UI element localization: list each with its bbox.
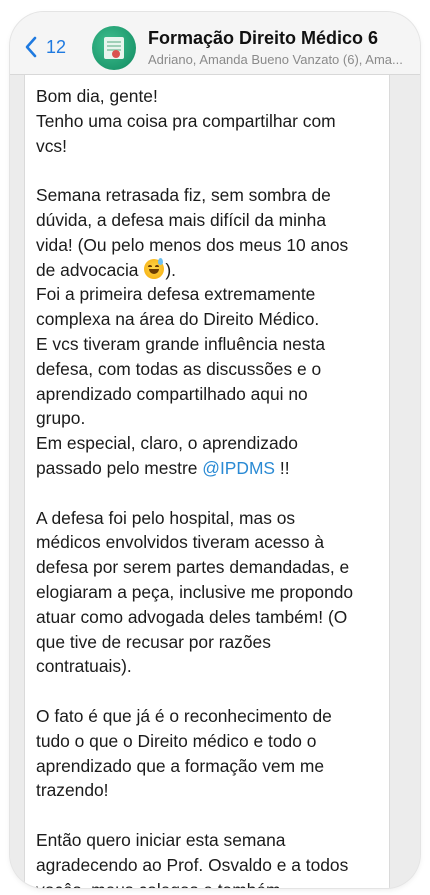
message-line: aprendizado que a formação vem me: [36, 755, 325, 776]
message-line: contratuais).: [36, 656, 132, 677]
message-line: defesa por serem partes demandadas, e: [36, 557, 350, 578]
message-line: agradecendo ao Prof. Osvaldo e a todos: [36, 854, 349, 875]
group-avatar[interactable]: [92, 26, 136, 70]
message-line-text: passado pelo mestre: [36, 457, 198, 478]
message-text: Bom dia, gente! Tenho uma coisa pra comp…: [36, 84, 388, 888]
message-line: Bom dia, gente!: [36, 86, 158, 106]
message-line: Foi a primeira defesa extremamente: [36, 284, 316, 305]
message-line-text: de advocacia: [36, 259, 139, 280]
message-line: vida! (Ou pelo menos dos meus 10 anos: [36, 234, 349, 255]
message-line: Tenho uma coisa pra compartilhar com: [36, 110, 336, 131]
message-line: grupo.: [36, 408, 86, 429]
chat-header: 12 Formação Direito Médico 6 Adriano, Am…: [10, 12, 420, 75]
message-line-with-mention: passado pelo mestre @IPDMS !!: [36, 456, 388, 481]
mention-link[interactable]: @IPDMS: [202, 458, 275, 478]
group-participants[interactable]: Adriano, Amanda Bueno Vanzato (6), Ama..…: [148, 52, 412, 67]
message-line: A defesa foi pelo hospital, mas os: [36, 507, 296, 528]
back-button[interactable]: 12: [24, 34, 66, 60]
message-line: Em especial, claro, o aprendizado: [36, 433, 298, 454]
message-line: defesa, com todas as discussões e o: [36, 358, 322, 379]
phone-frame: 12 Formação Direito Médico 6 Adriano, Am…: [10, 12, 420, 888]
chevron-left-icon: [25, 36, 37, 58]
message-line: trazendo!: [36, 780, 109, 801]
message-line: vocês, meus colegas e também: [36, 878, 388, 889]
message-line-suffix: ).: [165, 259, 176, 280]
message-line-suffix: !!: [275, 457, 290, 478]
message-line: Semana retrasada fiz, sem sombra de: [36, 185, 331, 206]
unread-count[interactable]: 12: [46, 37, 66, 58]
message-line: E vcs tiveram grande influência nesta: [36, 333, 326, 354]
message-line: que tive de recusar por razões: [36, 631, 271, 652]
message-line-with-emoji: de advocacia ).: [36, 257, 388, 283]
group-title[interactable]: Formação Direito Médico 6: [148, 28, 378, 49]
message-line: atuar como advogada deles também! (O: [36, 606, 348, 627]
message-line: O fato é que já é o reconhecimento de: [36, 705, 332, 726]
message-line: elogiaram a peça, inclusive me propondo: [36, 581, 354, 602]
message-line: médicos envolvidos tiveram acesso à: [36, 532, 325, 553]
seal-icon: [112, 50, 120, 58]
sweat-smile-emoji-icon: [144, 257, 165, 279]
message-line: vcs!: [36, 135, 67, 156]
message-line: complexa na área do Direito Médico.: [36, 309, 320, 330]
message-line: aprendizado compartilhado aqui no: [36, 383, 308, 404]
message-line: Então quero iniciar esta semana: [36, 829, 286, 850]
message-line: tudo o que o Direito médico e todo o: [36, 730, 317, 751]
chat-area[interactable]: Bom dia, gente! Tenho uma coisa pra comp…: [10, 74, 420, 888]
message-line: dúvida, a defesa mais difícil da minha: [36, 209, 327, 230]
